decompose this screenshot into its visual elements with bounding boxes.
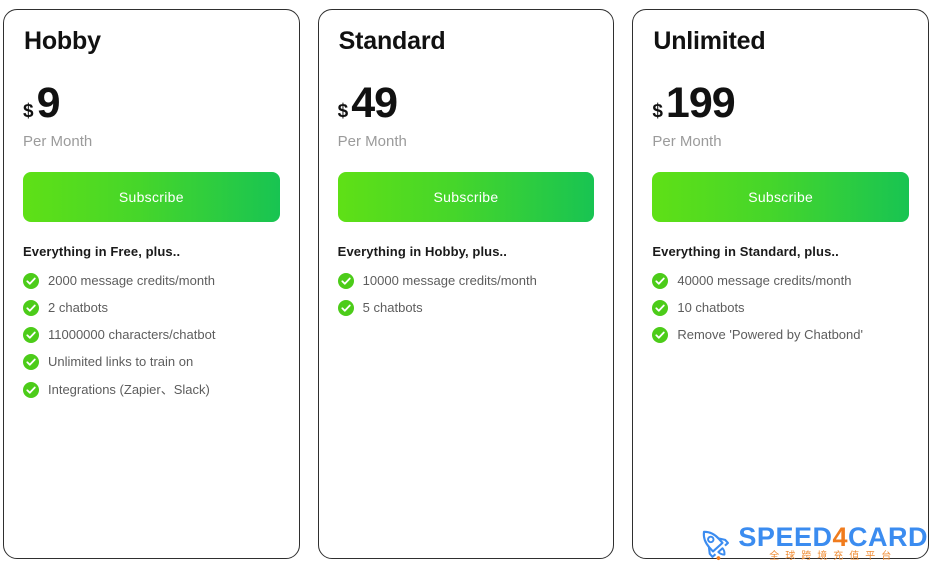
- plan-card-hobby: Hobby $9 Per Month Subscribe Everything in F…: [3, 9, 300, 559]
- feature-label: 2000 message credits/month: [48, 272, 215, 288]
- features-list: 2000 message credits/month 2 chatbots 1100…: [23, 273, 280, 409]
- check-circle-icon: [652, 272, 677, 289]
- feature-label: 2 chatbots: [48, 299, 108, 315]
- plan-card-standard: Standard $49 Per Month Subscribe Everything …: [317, 9, 615, 559]
- features-heading: Everything in Free, plus..: [23, 243, 181, 259]
- feature-label: Integrations (Zapier、Slack): [48, 381, 210, 397]
- price-amount: 199: [665, 78, 736, 127]
- feature-item: 2 chatbots: [23, 300, 280, 316]
- price-currency-symbol: $: [23, 100, 34, 122]
- plan-card-unlimited: Unlimited $199 Per Month Subscribe Everythin…: [632, 9, 930, 559]
- features-heading: Everything in Standard, plus..: [652, 243, 839, 259]
- check-circle-icon: [23, 327, 48, 344]
- check-circle-icon: [23, 381, 48, 398]
- check-circle-icon: [337, 272, 363, 289]
- feature-item: 10 chatbots: [652, 300, 909, 316]
- check-circle-icon: [23, 354, 48, 371]
- feature-label: Remove 'Powered by Chatbond': [677, 327, 863, 342]
- check-circle-icon: [652, 299, 677, 316]
- price-amount: 49: [351, 78, 398, 127]
- price-period: Per Month: [652, 132, 722, 150]
- feature-item: 2000 message credits/month: [23, 273, 280, 289]
- subscribe-button[interactable]: Subscribe: [23, 171, 280, 222]
- feature-item: 10000 message credits/month: [337, 272, 595, 289]
- plan-price: $199: [652, 78, 909, 127]
- check-circle-icon: [23, 272, 48, 289]
- feature-label: 10000 message credits/month: [362, 272, 537, 288]
- pricing-plans-grid: Hobby $9 Per Month Subscribe Everything in F…: [0, 0, 932, 569]
- subscribe-button[interactable]: Subscribe: [337, 171, 595, 222]
- plan-title: Standard: [338, 27, 446, 55]
- features-list: 10000 message credits/month 5 chatbots: [337, 272, 595, 328]
- plan-title: Hobby: [24, 27, 101, 55]
- price-currency-symbol: $: [337, 100, 349, 122]
- feature-item: Remove 'Powered by Chatbond': [652, 327, 909, 344]
- check-circle-icon: [652, 327, 677, 344]
- price-currency-symbol: $: [652, 100, 663, 122]
- plan-price: $9: [23, 78, 280, 127]
- price-amount: 9: [36, 78, 61, 127]
- feature-label: Unlimited links to train on: [48, 354, 194, 370]
- feature-item: 5 chatbots: [337, 299, 595, 316]
- feature-item: Integrations (Zapier、Slack): [23, 382, 280, 398]
- plan-price: $49: [337, 78, 595, 127]
- feature-item: Unlimited links to train on: [23, 354, 280, 371]
- check-circle-icon: [23, 299, 48, 316]
- feature-label: 10 chatbots: [677, 299, 745, 315]
- features-list: 40000 message credits/month 10 chatbots Re…: [652, 273, 909, 355]
- feature-label: 40000 message credits/month: [677, 272, 852, 288]
- subscribe-button[interactable]: Subscribe: [652, 171, 910, 222]
- features-heading: Everything in Hobby, plus..: [337, 243, 507, 259]
- feature-item: 11000000 characters/chatbot: [23, 327, 280, 344]
- check-circle-icon: [337, 299, 363, 316]
- feature-label: 11000000 characters/chatbot: [48, 327, 216, 342]
- plan-title: Unlimited: [653, 27, 766, 55]
- feature-item: 40000 message credits/month: [652, 273, 909, 289]
- price-period: Per Month: [23, 132, 93, 150]
- price-period: Per Month: [337, 132, 407, 150]
- feature-label: 5 chatbots: [362, 299, 423, 315]
